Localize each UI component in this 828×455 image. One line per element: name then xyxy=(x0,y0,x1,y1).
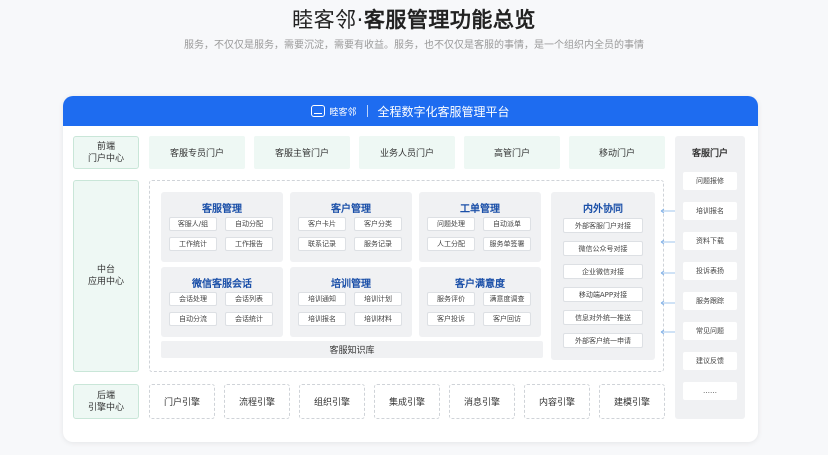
module-group: 客服管理 客服人/组 自动分配 工作统计 工作报告 xyxy=(161,192,283,262)
engine-item[interactable]: 流程引擎 xyxy=(224,384,290,419)
module-item[interactable]: 服务记录 xyxy=(354,237,402,251)
header-divider xyxy=(366,105,368,117)
brand-name: 睦客邻 xyxy=(292,8,357,32)
customer-portal-panel: 客服门户 问题报修 培训报名 资料下载 投诉表扬 服务跟踪 常见问题 建议反馈 … xyxy=(675,136,745,419)
module-title: 客户满意度 xyxy=(455,279,505,290)
page-title: 睦客邻·客服管理功能总览 xyxy=(0,4,828,34)
module-title: 培训管理 xyxy=(331,279,371,290)
module-item[interactable]: 培训材料 xyxy=(354,312,402,326)
side-item[interactable]: 常见问题 xyxy=(683,322,737,340)
collab-item[interactable]: 信息对外统一推送 xyxy=(563,310,643,325)
module-item[interactable]: 联系记录 xyxy=(298,237,346,251)
knowledge-base[interactable]: 客服知识库 xyxy=(161,341,543,358)
platform-logo-text: 睦客邻 xyxy=(329,107,357,118)
collab-item[interactable]: 企业微信对接 xyxy=(563,264,643,279)
module-item[interactable]: 问题处理 xyxy=(427,217,475,231)
side-item[interactable]: 建议反馈 xyxy=(683,352,737,370)
collab-item[interactable]: 移动端APP对接 xyxy=(563,287,643,302)
collab-title: 内外协同 xyxy=(583,204,623,215)
engine-item[interactable]: 内容引擎 xyxy=(524,384,590,419)
module-item[interactable]: 自动分配 xyxy=(225,217,273,231)
module-item[interactable]: 会话处理 xyxy=(169,292,217,306)
module-title: 工单管理 xyxy=(460,204,500,215)
portal-item[interactable]: 客服专员门户 xyxy=(149,136,245,169)
side-panel-title: 客服门户 xyxy=(691,149,728,159)
module-item[interactable]: 客户投诉 xyxy=(427,312,475,326)
engine-item[interactable]: 建模引擎 xyxy=(599,384,665,419)
side-item[interactable]: 问题报修 xyxy=(683,172,737,190)
module-item[interactable]: 培训计划 xyxy=(354,292,402,306)
module-group: 微信客服会话 会话处理 会话列表 自动分流 会话统计 xyxy=(161,267,283,337)
portal-item[interactable]: 高管门户 xyxy=(464,136,560,169)
module-item[interactable]: 培训通知 xyxy=(298,292,346,306)
application-center: 客服管理 客服人/组 自动分配 工作统计 工作报告 客户管理 客户卡片 客户分类… xyxy=(149,180,664,372)
module-item[interactable]: 会话统计 xyxy=(225,312,273,326)
portal-item[interactable]: 移动门户 xyxy=(569,136,665,169)
module-item[interactable]: 服务评价 xyxy=(427,292,475,306)
module-title: 客服管理 xyxy=(202,204,242,215)
engine-item[interactable]: 组织引擎 xyxy=(299,384,365,419)
module-item[interactable]: 满意度调查 xyxy=(483,292,531,306)
module-item[interactable]: 服务单签署 xyxy=(483,237,531,251)
row-label-middle: 中台 应用中心 xyxy=(73,180,139,372)
side-item[interactable]: 培训报名 xyxy=(683,202,737,220)
module-item[interactable]: 工作报告 xyxy=(225,237,273,251)
module-group: 培训管理 培训通知 培训计划 培训报名 培训材料 xyxy=(290,267,412,337)
engine-item[interactable]: 集成引擎 xyxy=(374,384,440,419)
collab-item[interactable]: 微信公众号对接 xyxy=(563,241,643,256)
module-item[interactable]: 会话列表 xyxy=(225,292,273,306)
module-item[interactable]: 自动分流 xyxy=(169,312,217,326)
collab-item[interactable]: 外部客户统一申请 xyxy=(563,333,643,348)
module-item[interactable]: 客户回访 xyxy=(483,312,531,326)
side-item[interactable]: 投诉表扬 xyxy=(683,262,737,280)
portal-item[interactable]: 业务人员门户 xyxy=(359,136,455,169)
row-label-back: 后端 引擎中心 xyxy=(73,384,139,419)
side-item[interactable]: 服务跟踪 xyxy=(683,292,737,310)
module-item[interactable]: 工作统计 xyxy=(169,237,217,251)
module-group: 客户管理 客户卡片 客户分类 联系记录 服务记录 xyxy=(290,192,412,262)
module-title: 客户管理 xyxy=(331,204,371,215)
module-item[interactable]: 自动派单 xyxy=(483,217,531,231)
platform-header: 睦客邻 全程数字化客服管理平台 xyxy=(63,96,758,126)
page-subtitle: 服务，不仅仅是服务，需要沉淀，需要有收益。服务，也不仅仅是客服的事情，是一个组织… xyxy=(184,40,644,51)
module-item[interactable]: 客服人/组 xyxy=(169,217,217,231)
module-group: 客户满意度 服务评价 满意度调查 客户投诉 客户回访 xyxy=(419,267,541,337)
module-group: 工单管理 问题处理 自动派单 人工分配 服务单签署 xyxy=(419,192,541,262)
platform-card: 睦客邻 全程数字化客服管理平台 前端 门户中心 中台 应用中心 后端 引擎中心 … xyxy=(63,96,758,442)
row-label-front: 前端 门户中心 xyxy=(73,136,139,169)
engine-item[interactable]: 门户引擎 xyxy=(149,384,215,419)
collab-panel: 内外协同 外部客服门户对接 微信公众号对接 企业微信对接 移动端APP对接 信息… xyxy=(551,192,655,360)
module-item[interactable]: 客户卡片 xyxy=(298,217,346,231)
side-item[interactable]: 资料下载 xyxy=(683,232,737,250)
chat-logo-icon xyxy=(311,105,326,117)
engine-item[interactable]: 消息引擎 xyxy=(449,384,515,419)
module-item[interactable]: 培训报名 xyxy=(298,312,346,326)
module-item[interactable]: 人工分配 xyxy=(427,237,475,251)
portal-item[interactable]: 客服主管门户 xyxy=(254,136,350,169)
title-dot: · xyxy=(356,8,364,32)
title-text: 客服管理功能总览 xyxy=(363,8,536,32)
collab-item[interactable]: 外部客服门户对接 xyxy=(563,218,643,233)
platform-title: 全程数字化客服管理平台 xyxy=(377,104,510,119)
side-item: …… xyxy=(683,382,737,400)
module-item[interactable]: 客户分类 xyxy=(354,217,402,231)
module-title: 微信客服会话 xyxy=(192,279,252,290)
